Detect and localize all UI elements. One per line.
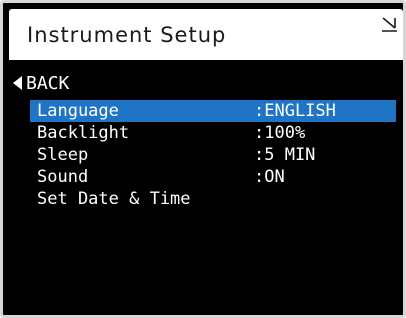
menu-item-label: Language bbox=[37, 101, 119, 121]
back-button[interactable]: BACK bbox=[13, 71, 69, 95]
menu-item-label: Set Date & Time bbox=[37, 189, 191, 209]
menu-item-label: Sound bbox=[37, 167, 89, 187]
signal-icon bbox=[382, 17, 397, 32]
menu-item-value: :100% bbox=[254, 123, 306, 143]
page-title: Instrument Setup bbox=[27, 23, 227, 47]
menu-item-value: :5 MIN bbox=[254, 145, 316, 165]
menu-item-value: :ENGLISH bbox=[254, 101, 336, 121]
title-bar: Instrument Setup bbox=[9, 9, 403, 60]
device-display: Instrument Setup BACK Language :ENGLISH … bbox=[0, 0, 406, 318]
settings-menu: Language :ENGLISH Backlight :100% Sleep … bbox=[30, 100, 396, 210]
menu-item-value: :ON bbox=[254, 167, 285, 187]
menu-item-backlight[interactable]: Backlight :100% bbox=[30, 122, 396, 144]
triangle-left-icon bbox=[13, 76, 22, 90]
menu-item-sleep[interactable]: Sleep :5 MIN bbox=[30, 144, 396, 166]
menu-screen: BACK Language :ENGLISH Backlight :100% S… bbox=[9, 60, 403, 315]
menu-item-language[interactable]: Language :ENGLISH bbox=[30, 100, 396, 122]
back-label: BACK bbox=[26, 72, 70, 94]
menu-item-label: Backlight bbox=[37, 123, 130, 143]
menu-item-set-date-time[interactable]: Set Date & Time bbox=[30, 188, 396, 210]
menu-item-sound[interactable]: Sound :ON bbox=[30, 166, 396, 188]
menu-item-label: Sleep bbox=[37, 145, 89, 165]
